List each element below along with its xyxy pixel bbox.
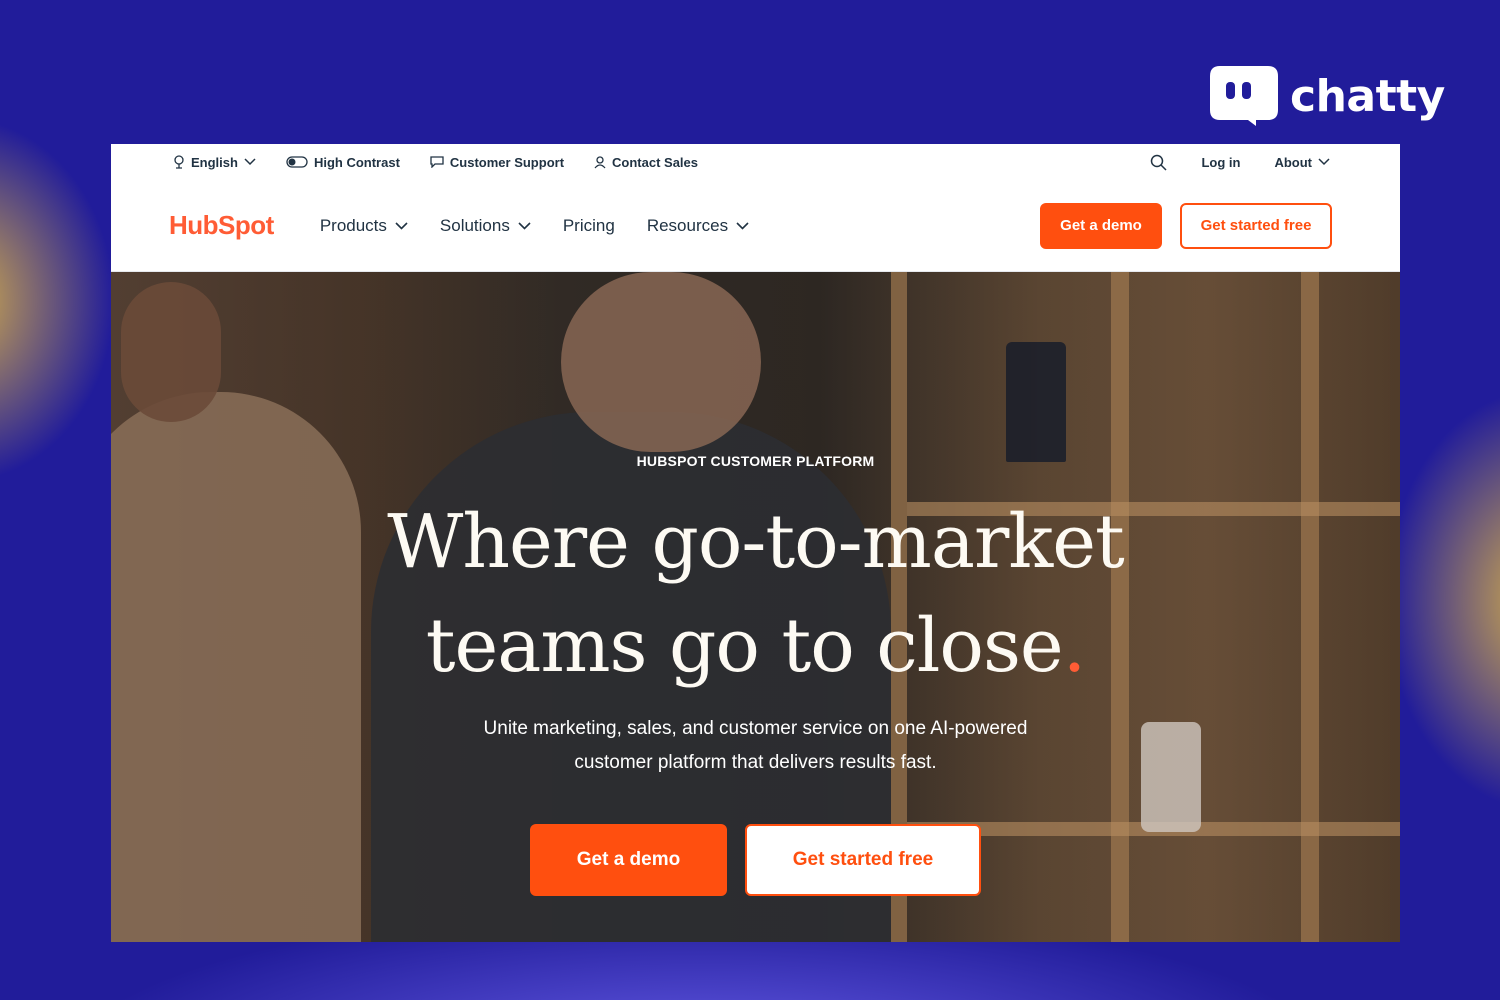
hero-eyebrow: HUBSPOT CUSTOMER PLATFORM: [636, 453, 875, 469]
person-icon: [594, 155, 606, 168]
language-label: English: [191, 154, 238, 170]
headline-line-1: Where go-to-market: [387, 499, 1124, 585]
chevron-down-icon: [1318, 158, 1330, 166]
get-started-free-button[interactable]: Get started free: [1180, 202, 1332, 249]
log-in-label: Log in: [1201, 154, 1241, 170]
about-menu[interactable]: About: [1274, 155, 1330, 170]
chevron-down-icon: [518, 221, 531, 230]
chat-icon: [430, 156, 444, 168]
hero-get-started-free-button[interactable]: Get started free: [745, 824, 981, 896]
nav-item-label: Products: [319, 215, 387, 235]
hero-content: HUBSPOT CUSTOMER PLATFORM Where go-to-ma…: [111, 272, 1400, 942]
headline-accent-dot: .: [1062, 603, 1087, 689]
hero-subtext: Unite marketing, sales, and customer ser…: [111, 712, 1400, 780]
chat-bubble-icon: [1210, 66, 1278, 126]
utility-bar: English High Contrast Customer Support C…: [111, 144, 1400, 180]
nav-item-pricing[interactable]: Pricing: [563, 216, 615, 236]
main-navigation: HubSpot Products Solutions Pricing Resou…: [111, 180, 1400, 272]
brand-name: chatty: [1290, 70, 1445, 122]
high-contrast-label: High Contrast: [313, 154, 400, 170]
contact-sales-link[interactable]: Contact Sales: [594, 155, 698, 170]
hero-cta-group: Get a demo Get started free: [111, 824, 1400, 896]
about-label: About: [1274, 154, 1312, 170]
get-demo-button[interactable]: Get a demo: [1040, 202, 1162, 249]
hero-section: HUBSPOT CUSTOMER PLATFORM Where go-to-ma…: [111, 272, 1400, 942]
nav-item-label: Pricing: [562, 215, 615, 235]
contact-sales-label: Contact Sales: [612, 154, 699, 170]
nav-item-resources[interactable]: Resources: [647, 216, 749, 236]
log-in-link[interactable]: Log in: [1201, 155, 1240, 170]
headline-line-2: teams go to close: [425, 603, 1064, 689]
nav-item-products[interactable]: Products: [320, 216, 408, 236]
globe-icon: [174, 155, 184, 169]
high-contrast-toggle[interactable]: High Contrast: [286, 155, 400, 170]
nav-item-solutions[interactable]: Solutions: [440, 216, 531, 236]
hero-get-demo-button[interactable]: Get a demo: [530, 824, 727, 896]
nav-item-label: Solutions: [439, 215, 510, 235]
website-screenshot: English High Contrast Customer Support C…: [111, 144, 1400, 942]
subtext-line-1: Unite marketing, sales, and customer ser…: [483, 718, 1028, 739]
subtext-line-2: customer platform that delivers results …: [574, 752, 937, 773]
search-icon: [1151, 154, 1167, 171]
contrast-toggle-icon: [286, 156, 308, 168]
chatty-brand: chatty: [1210, 66, 1445, 126]
hubspot-logo[interactable]: HubSpot: [169, 210, 274, 241]
nav-item-label: Resources: [646, 215, 729, 235]
customer-support-label: Customer Support: [449, 154, 565, 170]
search-button[interactable]: [1150, 154, 1167, 171]
chevron-down-icon: [736, 221, 749, 230]
chevron-down-icon: [244, 158, 256, 166]
hero-headline: Where go-to-market teams go to close.: [111, 490, 1400, 698]
chevron-down-icon: [395, 221, 408, 230]
customer-support-link[interactable]: Customer Support: [430, 155, 564, 170]
language-selector[interactable]: English: [173, 155, 256, 170]
